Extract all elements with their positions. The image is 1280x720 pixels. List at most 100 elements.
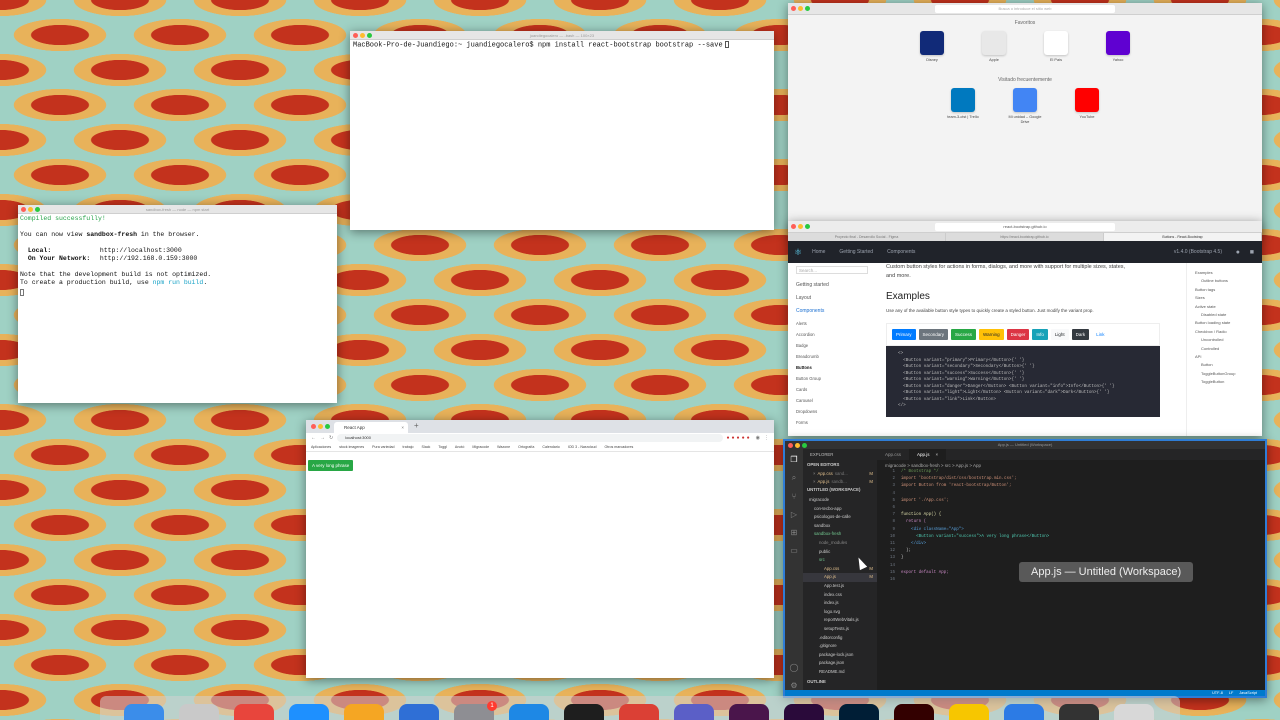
github-icon[interactable]: ● (1236, 249, 1240, 256)
tree-item-index-css[interactable]: index.css (803, 591, 877, 600)
example-button-secondary[interactable]: Secondary (918, 329, 949, 340)
example-button-light[interactable]: Light (1050, 329, 1069, 340)
favorite-tile[interactable]: Apple (976, 31, 1012, 63)
bookmark-toggl[interactable]: Toggl (438, 445, 447, 449)
outline-header[interactable]: OUTLINE (803, 679, 877, 687)
toc-button[interactable]: Button (1191, 361, 1258, 369)
favorite-tile[interactable]: team-3-ctst | Trello (945, 88, 981, 125)
zoom-icon[interactable] (802, 442, 807, 448)
close-icon[interactable]: × (813, 470, 816, 478)
dock-cyberduck-icon[interactable] (949, 704, 989, 720)
sidebar-item-breadcrumb[interactable]: Breadcrumb (796, 351, 868, 362)
sidebar-item-accordion[interactable]: Accordion (796, 329, 868, 340)
new-tab-icon[interactable]: + (414, 421, 419, 430)
tree-item-sandbox-fresh[interactable]: sandbox-fresh (803, 530, 877, 539)
docs-search-input[interactable]: Search... (796, 266, 868, 274)
dock-vscode-icon[interactable] (509, 704, 549, 720)
example-button-info[interactable]: Info (1032, 329, 1048, 340)
terminal-npm-window[interactable]: juandiegocalero — -bash — 100×23 MacBook… (350, 31, 774, 230)
profile-icon[interactable]: ◉ (756, 435, 760, 441)
bookmark-iod-3-nasrolcud[interactable]: IOD 3 - Nasrolcud (568, 445, 597, 449)
sidebar-item-dropdowns[interactable]: Dropdowns (796, 406, 868, 417)
zoom-icon[interactable] (325, 424, 330, 429)
reload-icon[interactable]: ↻ (329, 435, 333, 441)
account-icon[interactable]: ◯ (790, 663, 799, 672)
close-icon[interactable] (21, 207, 26, 212)
bookmark-pura-variedad[interactable]: Pura variedad (372, 445, 394, 449)
open-editors-header[interactable]: OPEN EDITORS (803, 462, 877, 470)
status-javascript[interactable]: JavaScript (1239, 690, 1257, 696)
open-editor-item[interactable]: × App.css sand... M (803, 470, 877, 478)
remote-icon[interactable]: ▭ (790, 546, 798, 555)
tree-item-app-test-js[interactable]: App.test.js (803, 582, 877, 591)
nav-getting-started[interactable]: Getting Started (839, 249, 873, 255)
example-button-primary[interactable]: Primary (892, 329, 916, 340)
dock-mail-icon[interactable] (399, 704, 439, 720)
toc-checkbox-radio[interactable]: Checkbox / Radio (1191, 328, 1258, 336)
close-icon[interactable] (791, 224, 796, 229)
example-button-danger[interactable]: Danger (1006, 329, 1030, 340)
sidebar-item-cards[interactable]: Cards (796, 384, 868, 395)
bookmark-migracode[interactable]: Migracode (472, 445, 489, 449)
forward-icon[interactable]: → (320, 435, 325, 441)
toc-button-tags[interactable]: Button tags (1191, 286, 1258, 294)
status-utf-8[interactable]: UTF-8 (1212, 690, 1223, 696)
dock-settings-icon[interactable]: 1 (454, 701, 497, 720)
status-lf[interactable]: LF (1229, 690, 1233, 696)
chrome-menu-icon[interactable]: ⋮ (764, 435, 769, 441)
react-bootstrap-logo[interactable]: ⚛ (794, 247, 802, 258)
tree-item-psicologos-de-calle[interactable]: psicologos-de-calle (803, 513, 877, 522)
dock-safari-icon[interactable] (289, 704, 329, 720)
zoom-icon[interactable] (805, 224, 810, 229)
terminal-dev-window[interactable]: sandbox-fresh — node — npm start Compile… (18, 205, 337, 403)
nav-home[interactable]: Home (812, 249, 825, 255)
dock-teams-icon[interactable] (674, 704, 714, 720)
safari-address-bar[interactable]: Busca o introduce el sitio web (935, 5, 1115, 13)
dock-launchpad-icon[interactable] (179, 704, 219, 720)
tree-item-con-tecbo-app[interactable]: con-tecbo-app (803, 505, 877, 514)
tree-item-public[interactable]: public (803, 548, 877, 557)
nav-components[interactable]: Components (887, 249, 915, 255)
sidebar-item-carousel[interactable]: Carousel (796, 395, 868, 406)
favorite-tile[interactable]: YouTube (1069, 88, 1105, 125)
tree-item-index-js[interactable]: index.js (803, 599, 877, 608)
success-button[interactable]: A very long phrase (308, 460, 354, 471)
example-button-link[interactable]: Link (1092, 329, 1108, 340)
minimize-icon[interactable] (798, 224, 803, 229)
chrome-window[interactable]: React App × + ← → ↻ localhost:3000 ●●●●● … (306, 420, 774, 678)
tree-item-node-modules[interactable]: node_modules (803, 539, 877, 548)
dock-todoist-icon[interactable] (619, 704, 659, 720)
sidebar-item-badge[interactable]: Badge (796, 340, 868, 351)
bookmark-slack[interactable]: Slack (422, 445, 431, 449)
bookmark-ortograf-a[interactable]: Ortografía (518, 445, 534, 449)
example-code[interactable]: <> <Button variant="primary">Primary</Bu… (886, 346, 1160, 417)
dock-finder-icon[interactable] (124, 704, 164, 720)
favorite-tile[interactable]: Mi unidad – Google Drive (1007, 88, 1043, 125)
chrome-tab[interactable]: React App × (334, 422, 408, 433)
sidebar-item-components[interactable]: Components (796, 305, 868, 318)
tree-item-migracode[interactable]: migracode (803, 496, 877, 505)
toc-button-loading-state[interactable]: Button loading state (1191, 319, 1258, 327)
favorite-tile[interactable]: El País (1038, 31, 1074, 63)
minimize-icon[interactable] (798, 6, 803, 11)
terminal-dev-titlebar[interactable]: sandbox-fresh — node — npm start (18, 205, 337, 214)
extensions-icon[interactable]: ⊞ (791, 528, 798, 537)
toc-outline-buttons[interactable]: Outline buttons (1191, 277, 1258, 285)
bookmark-stock-imagenes[interactable]: stock imagenes (339, 445, 364, 449)
dock-keyboard-icon[interactable] (1059, 704, 1099, 720)
toc-uncontrolled[interactable]: Uncontrolled (1191, 336, 1258, 344)
settings-gear-icon[interactable]: ⚙ (790, 681, 797, 690)
bookmark-calendario[interactable]: Calendario (542, 445, 559, 449)
zoom-icon[interactable] (367, 33, 372, 38)
workspace-header[interactable]: UNTITLED (WORKSPACE) (803, 487, 877, 496)
bookmark-wazone[interactable]: Wazone (497, 445, 510, 449)
editor-tab-app-js[interactable]: App.js × (909, 449, 947, 460)
sidebar-item-getting-started[interactable]: Getting started (796, 279, 868, 292)
tree-item-package-json[interactable]: package.json (803, 659, 877, 668)
docs-tab[interactable]: Buttons - React-Bootstrap (1104, 233, 1262, 241)
tree-item-logo-svg[interactable]: logo.svg (803, 608, 877, 617)
tree-item-app-js[interactable]: App.js M (803, 573, 877, 582)
sidebar-item-forms[interactable]: Forms (796, 417, 868, 428)
tab-close-icon[interactable]: × (936, 449, 939, 460)
safari-favorites-window[interactable]: Busca o introduce el sitio web Favoritos… (788, 3, 1262, 235)
